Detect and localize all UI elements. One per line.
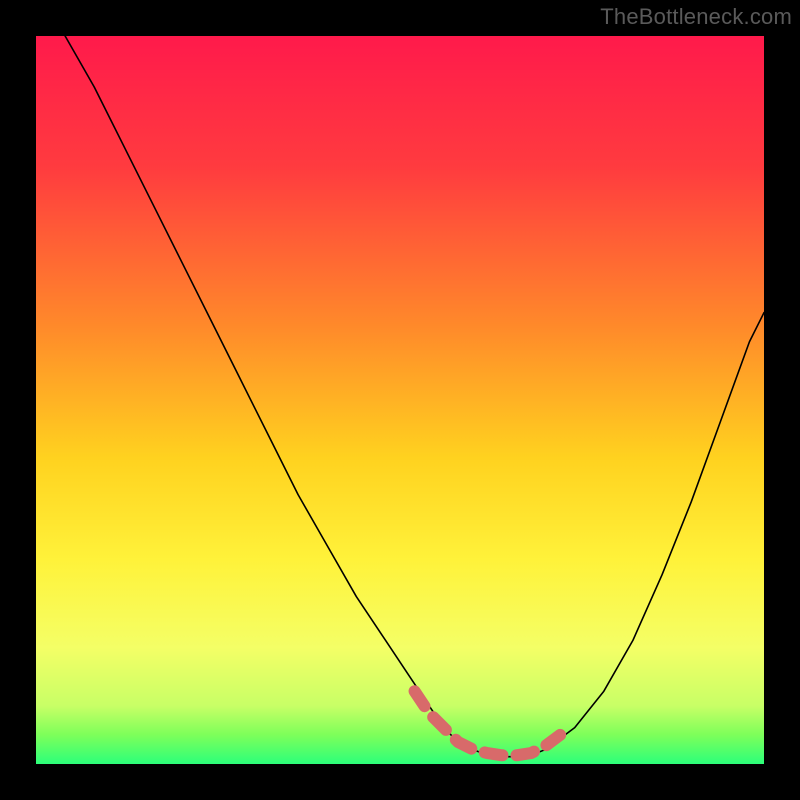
- bottleneck-chart: [36, 36, 764, 764]
- chart-frame: TheBottleneck.com: [0, 0, 800, 800]
- gradient-background: [36, 36, 764, 764]
- watermark-label: TheBottleneck.com: [600, 4, 792, 30]
- plot-area: [36, 36, 764, 764]
